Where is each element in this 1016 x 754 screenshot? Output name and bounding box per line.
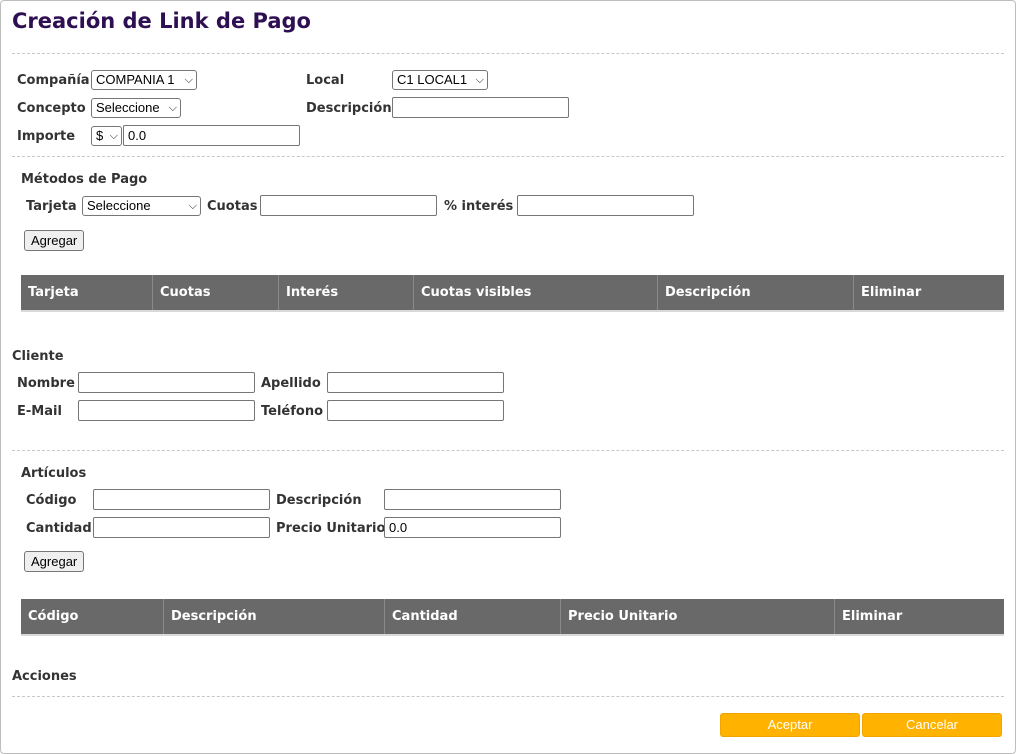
items-title: Artículos (21, 466, 87, 481)
payment-methods-title: Métodos de Pago (21, 172, 148, 187)
surname-input[interactable] (327, 372, 504, 393)
email-label: E-Mail (17, 404, 62, 419)
accept-button[interactable]: Aceptar (720, 713, 860, 737)
unit-price-label: Precio Unitario (276, 521, 386, 536)
column-header-description: Descripción (164, 599, 385, 634)
concept-select[interactable]: Seleccione ⌵ (91, 98, 181, 118)
company-select-value: COMPANIA 1 (96, 72, 175, 87)
column-header-installments: Cuotas (153, 275, 279, 310)
interest-label: % interés (444, 199, 514, 214)
item-description-input[interactable] (384, 489, 561, 510)
add-item-button[interactable]: Agregar (24, 551, 85, 572)
chevron-down-icon: ⌵ (168, 102, 177, 114)
card-select-value: Seleccione (87, 198, 151, 213)
cancel-button[interactable]: Cancelar (862, 713, 1002, 737)
payment-methods-table-header: Tarjeta Cuotas Interés Cuotas visibles D… (21, 275, 1004, 312)
divider (12, 450, 1004, 451)
chevron-down-icon: ⌵ (475, 74, 484, 86)
column-header-card: Tarjeta (21, 275, 153, 310)
card-label: Tarjeta (26, 199, 77, 214)
company-select[interactable]: COMPANIA 1 ⌵ (91, 70, 197, 90)
code-label: Código (26, 493, 77, 508)
chevron-down-icon: ⌵ (109, 130, 118, 142)
phone-input[interactable] (327, 400, 504, 421)
column-header-code: Código (21, 599, 164, 634)
company-label: Compañía (17, 73, 90, 88)
concept-label: Concepto (17, 101, 86, 116)
add-payment-method-button[interactable]: Agregar (24, 230, 85, 251)
local-label: Local (306, 73, 345, 88)
divider (12, 156, 1004, 157)
column-header-delete: Eliminar (861, 285, 922, 300)
name-label: Nombre (17, 376, 75, 391)
unit-price-input[interactable] (384, 517, 561, 538)
currency-select-value: $ (96, 128, 104, 143)
code-input[interactable] (93, 489, 270, 510)
divider (12, 53, 1004, 54)
column-header-quantity: Cantidad (385, 599, 561, 634)
interest-input[interactable] (517, 195, 694, 216)
card-select[interactable]: Seleccione ⌵ (82, 196, 201, 216)
amount-input[interactable] (123, 125, 300, 146)
page-title: Creación de Link de Pago (12, 9, 311, 33)
description-input[interactable] (392, 97, 569, 118)
installments-input[interactable] (260, 195, 437, 216)
quantity-input[interactable] (93, 517, 270, 538)
column-header-visible-installments: Cuotas visibles (414, 275, 658, 310)
chevron-down-icon: ⌵ (184, 74, 193, 86)
email-input[interactable] (78, 400, 255, 421)
local-select-value: C1 LOCAL1 (397, 72, 468, 87)
concept-select-value: Seleccione (96, 100, 160, 115)
amount-label: Importe (17, 129, 76, 144)
currency-select[interactable]: $ ⌵ (91, 126, 122, 146)
actions-title: Acciones (12, 669, 77, 684)
installments-label: Cuotas (207, 199, 258, 214)
name-input[interactable] (78, 372, 255, 393)
column-header-description: Descripción (658, 275, 854, 310)
local-select[interactable]: C1 LOCAL1 ⌵ (392, 70, 488, 90)
phone-label: Teléfono (261, 404, 324, 419)
column-header-delete: Eliminar (842, 609, 903, 624)
surname-label: Apellido (261, 376, 321, 391)
client-title: Cliente (12, 349, 64, 364)
description-label: Descripción (306, 101, 392, 116)
items-table-header: Código Descripción Cantidad Precio Unita… (21, 599, 1004, 636)
quantity-label: Cantidad (26, 521, 92, 536)
column-header-unit-price: Precio Unitario (561, 599, 835, 634)
column-header-interest: Interés (279, 275, 414, 310)
chevron-down-icon: ⌵ (188, 200, 197, 212)
item-description-label: Descripción (276, 493, 362, 508)
divider (12, 696, 1004, 697)
